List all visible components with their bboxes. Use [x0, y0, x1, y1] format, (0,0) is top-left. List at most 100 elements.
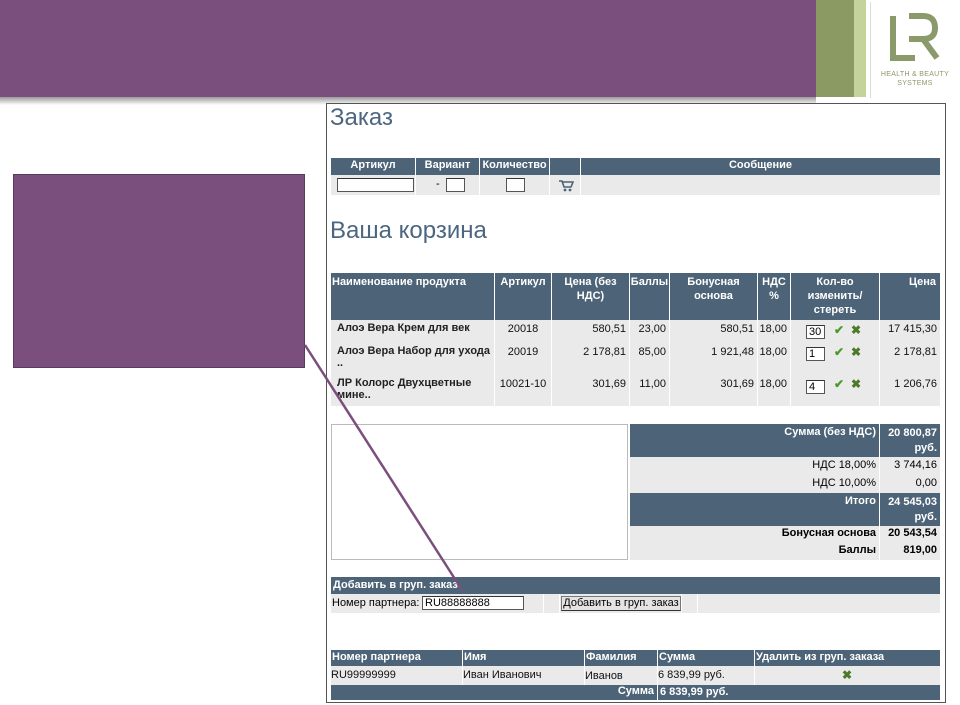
summary-sum-amount: 20 800,87	[888, 427, 937, 439]
cart-header-name: Наименование продукта	[331, 273, 495, 320]
summary-bonus-label: Бонусная основа	[630, 526, 880, 543]
cart-row-1-qty-input[interactable]: 30	[806, 325, 825, 339]
group-spacer-cell-2	[682, 594, 698, 613]
cart-header-price: Цена (без НДС)	[552, 273, 630, 320]
add-to-group-order-button[interactable]: Добавить в груп. заказ	[561, 596, 681, 611]
group-row-sum: 6 839,99 руб.	[658, 666, 755, 685]
cart-row-2-article: 20019	[495, 343, 552, 375]
logo-tagline-line1: HEALTH & BEAUTY	[880, 71, 950, 78]
variant-input[interactable]	[446, 178, 465, 192]
group-table-header-sum: Сумма	[658, 650, 755, 666]
variant-dash: -	[436, 178, 440, 190]
group-table-header-partner: Номер партнера	[331, 650, 463, 666]
summary-sum-value: 20 800,87 руб.	[880, 424, 941, 457]
group-row-name: Иван Иванович	[463, 666, 585, 685]
group-row-partner: RU99999999	[331, 666, 463, 685]
accent-stripe-light	[854, 0, 866, 97]
confirm-check-icon[interactable]: ✔	[834, 345, 844, 359]
summary-vat10-value: 0,00	[880, 475, 941, 493]
cart-row-1-price: 580,51	[552, 320, 630, 343]
summary-bonus-value: 20 543,54	[880, 526, 941, 543]
summary-points-label: Баллы	[630, 543, 880, 560]
cart-row-1-points: 23,00	[630, 320, 670, 343]
cart-row-2-name-cont: ..	[337, 357, 344, 369]
delete-x-icon[interactable]: ✖	[851, 377, 861, 391]
confirm-check-icon[interactable]: ✔	[834, 323, 844, 337]
group-total-label: Сумма	[331, 685, 658, 700]
cart-row-2-name: Алоэ Вера Набор для ухода	[337, 345, 491, 357]
cart-header-points: Баллы	[630, 273, 670, 320]
cart-row-3-name-cont: мине..	[337, 389, 371, 401]
delete-x-icon[interactable]: ✖	[851, 345, 861, 359]
order-title: Заказ	[330, 104, 393, 131]
cart-row-3-article: 10021-10	[495, 375, 552, 406]
confirm-check-icon[interactable]: ✔	[834, 377, 844, 391]
cart-header-qty: Кол-во изменить/ стереть	[791, 273, 880, 320]
cart-header-bonus: Бонусная основа	[670, 273, 758, 320]
cart-row-3-vat: 18,00	[758, 375, 791, 406]
order-header-blank	[550, 158, 581, 175]
cart-row-2-name-cell: Алоэ Вера Набор для ухода..	[331, 343, 495, 375]
summary-points-value: 819,00	[880, 543, 941, 560]
order-header-variant: Вариант	[416, 158, 480, 175]
cart-row-1-name: Алоэ Вера Крем для век	[337, 322, 470, 334]
summary-sum-label: Сумма (без НДС)	[630, 424, 880, 457]
cart-row-2-price: 2 178,81	[552, 343, 630, 375]
partner-number-input[interactable]: RU88888888	[422, 596, 524, 610]
logo-tagline-line2: SYSTEMS	[897, 80, 933, 87]
cart-row-2-qty-input[interactable]: 1	[806, 347, 825, 361]
cart-row-1-total: 17 415,30	[880, 320, 941, 343]
delete-x-icon[interactable]: ✖	[851, 323, 861, 337]
cart-row-3-bonus: 301,69	[670, 375, 758, 406]
cart-row-3-price: 301,69	[552, 375, 630, 406]
logo-tagline: HEALTH & BEAUTY SYSTEMS	[871, 70, 959, 88]
group-table-header-remove: Удалить из груп. заказа	[755, 650, 941, 666]
cart-row-1-name-cell: Алоэ Вера Крем для век	[331, 320, 495, 343]
cart-row-2-total: 2 178,81	[880, 343, 941, 375]
cart-title: Ваша корзина	[330, 217, 487, 244]
summary-total-currency: руб.	[914, 511, 937, 523]
cart-row-2-bonus: 1 921,48	[670, 343, 758, 375]
cart-row-2-points: 85,00	[630, 343, 670, 375]
summary-total-label: Итого	[630, 493, 880, 526]
summary-total-value: 24 545,03 руб.	[880, 493, 941, 526]
group-table-header-surname: Фамилия	[585, 650, 658, 666]
summary-vat10-label: НДС 10,00%	[630, 475, 880, 493]
notes-box	[331, 424, 628, 560]
group-total-value: 6 839,99 руб.	[658, 685, 941, 700]
order-header-quantity: Количество	[480, 158, 550, 175]
cart-row-1-article: 20018	[495, 320, 552, 343]
group-blank-cell	[698, 594, 941, 613]
accent-stripe-dark	[816, 0, 854, 97]
cart-row-3-total: 1 206,76	[880, 375, 941, 406]
group-table-header-name: Имя	[463, 650, 585, 666]
cart-row-1-vat: 18,00	[758, 320, 791, 343]
summary-sum-currency: руб.	[914, 442, 937, 454]
quantity-input[interactable]	[506, 178, 525, 192]
cart-row-3-points: 11,00	[630, 375, 670, 406]
article-input[interactable]	[337, 178, 414, 192]
title-bar	[0, 0, 816, 97]
partner-number-label: Номер партнера:	[332, 597, 420, 609]
cart-header-total: Цена	[880, 273, 941, 320]
remove-from-group-icon[interactable]: ✖	[842, 668, 852, 682]
order-header-message: Сообщение	[581, 158, 941, 175]
callout-box	[13, 174, 305, 368]
group-row-surname: Иванов	[585, 666, 658, 685]
cart-header-article: Артикул	[495, 273, 552, 320]
group-spacer-cell	[544, 594, 560, 613]
summary-vat18-value: 3 744,16	[880, 457, 941, 475]
cart-row-2-vat: 18,00	[758, 343, 791, 375]
cart-row-3-name: ЛР Колорс Двухцветные	[337, 377, 472, 389]
group-order-title: Добавить в груп. заказ	[331, 577, 941, 594]
lr-logo: HEALTH & BEAUTY SYSTEMS	[870, 2, 959, 98]
lr-logo-mark	[890, 13, 940, 61]
cart-header-vat: НДС %	[758, 273, 791, 320]
order-header-article: Артикул	[331, 158, 416, 175]
cart-row-1-bonus: 580,51	[670, 320, 758, 343]
cart-row-3-name-cell: ЛР Колорс Двухцветные мине..	[331, 375, 495, 406]
cart-icon[interactable]	[558, 179, 574, 192]
order-message-cell	[581, 175, 941, 195]
summary-total-amount: 24 545,03	[888, 496, 937, 508]
cart-row-3-qty-input[interactable]: 4	[806, 380, 825, 394]
